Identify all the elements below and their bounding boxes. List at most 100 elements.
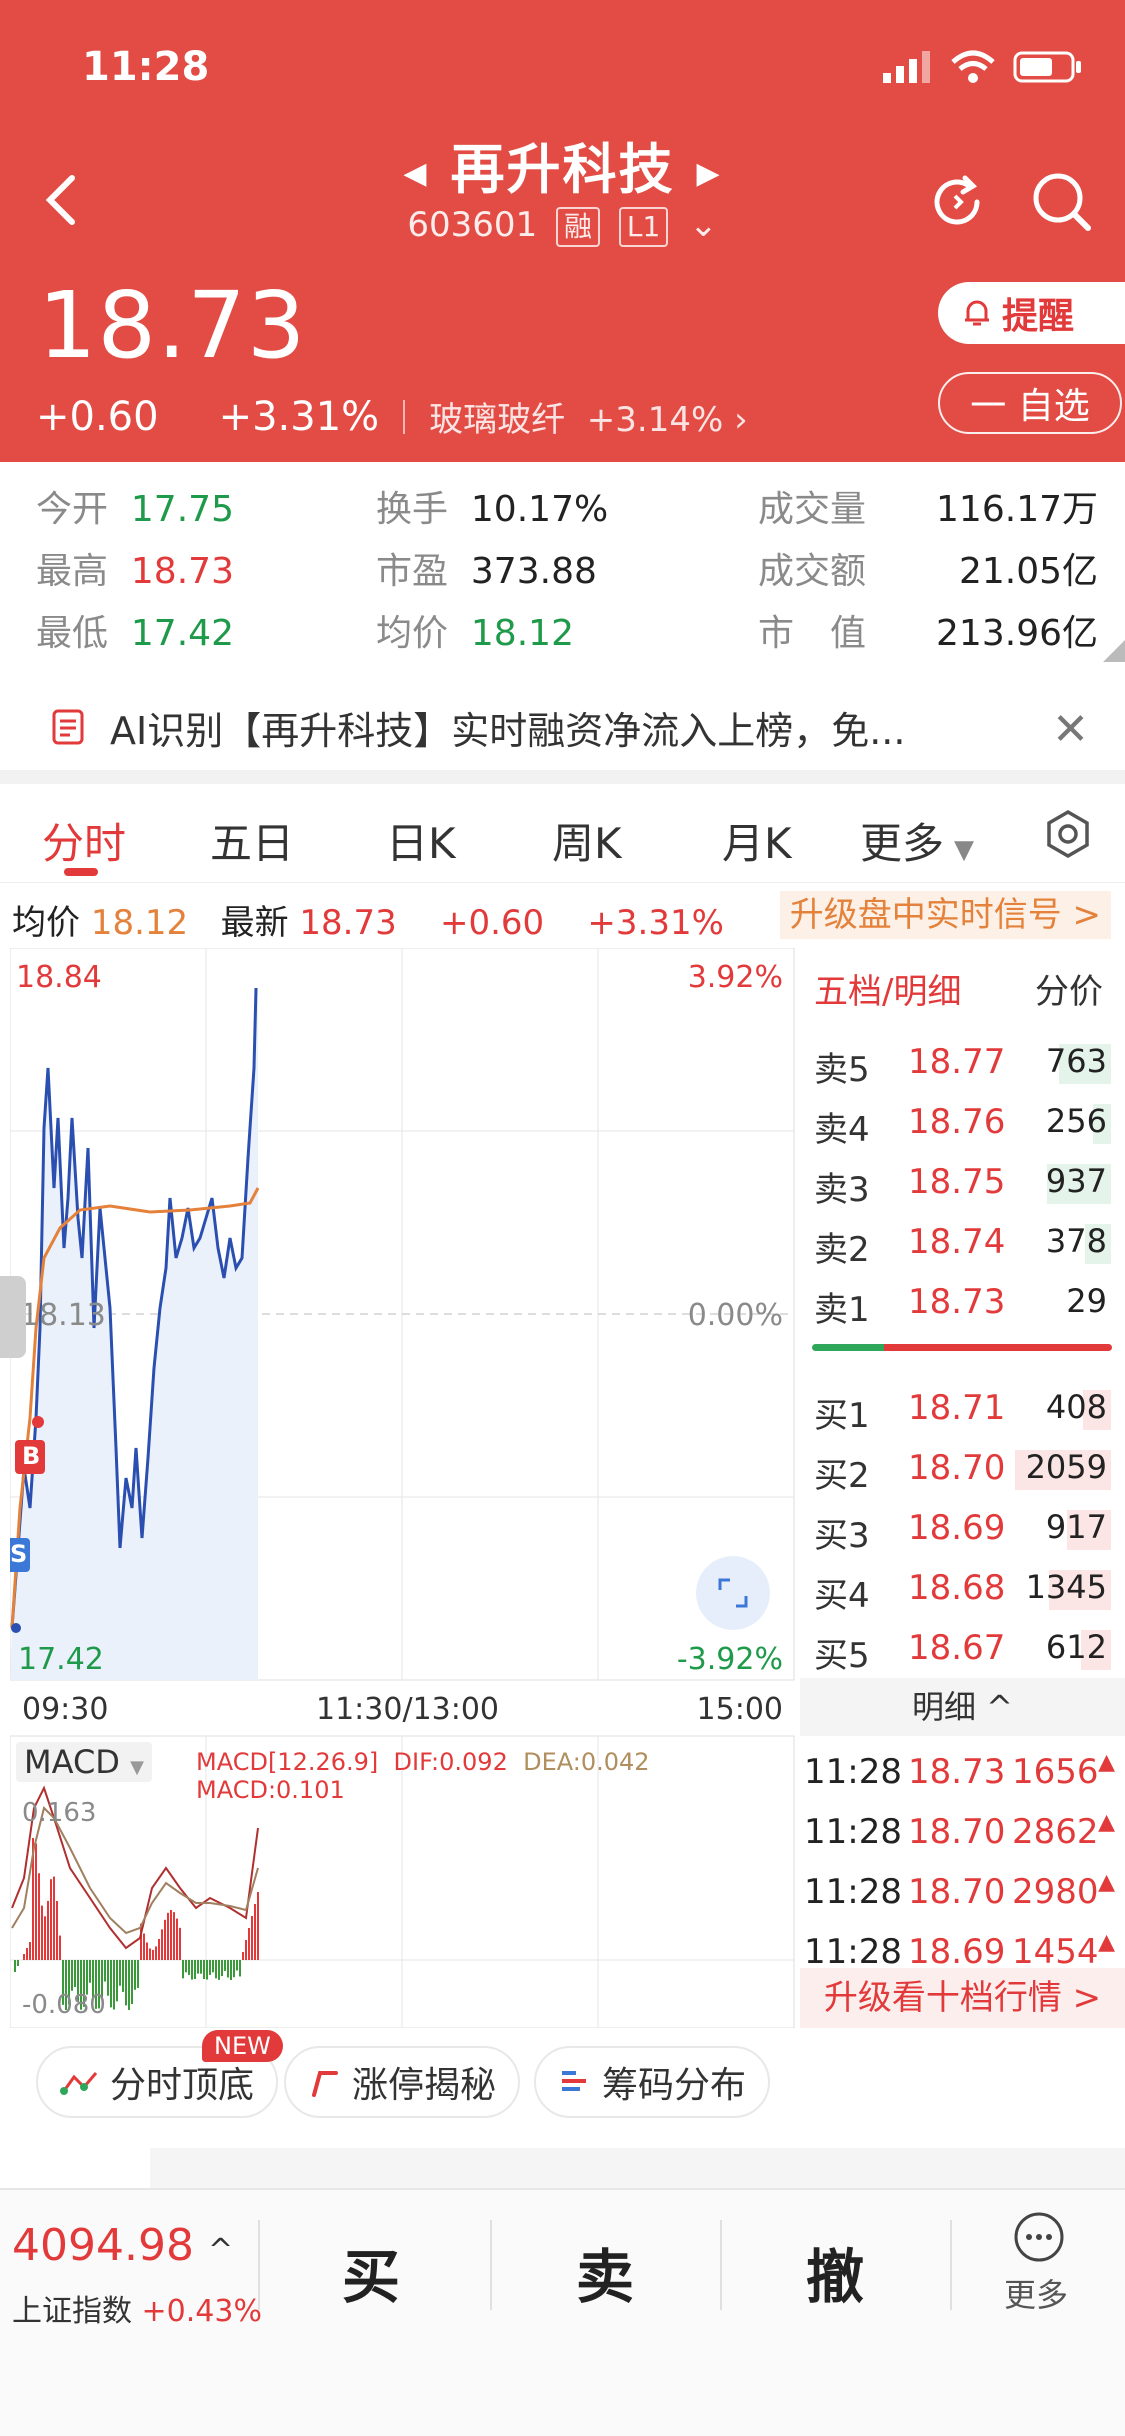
macd-bar — [44, 1916, 46, 1960]
active-tab-indicator — [64, 868, 98, 876]
stock-name: 再升科技 — [450, 138, 675, 201]
tab-monthly-k[interactable]: 月K — [722, 810, 792, 871]
more-icon[interactable] — [1012, 2210, 1066, 2264]
intraday-chart[interactable]: 18.84 3.92% 18.13 0.00% 17.42 -3.92% B S… — [0, 947, 795, 2029]
macd-bar — [155, 1946, 157, 1960]
macd-bar — [56, 1901, 58, 1960]
industry-link[interactable]: 玻璃玻纤 +3.14% › — [429, 392, 748, 441]
expand-corner-icon[interactable] — [1103, 640, 1125, 662]
buy-button[interactable]: 买 — [342, 2230, 400, 2314]
bid-row-4: 买4 18.68 1345 — [800, 1558, 1125, 1618]
macd-bar — [248, 1928, 250, 1960]
tab-5day[interactable]: 五日 — [210, 810, 294, 871]
next-stock-icon[interactable]: ▶ — [697, 156, 722, 191]
ai-news-banner[interactable]: AI识别【再升科技】实时融资净流入上榜，免... ✕ — [0, 684, 1125, 770]
chevron-down-icon[interactable]: ⌄ — [689, 205, 718, 245]
alert-button[interactable]: 提醒 — [938, 282, 1125, 344]
macd-params: MACD[12.26.9] — [196, 1748, 379, 1776]
industry-pct: +3.14% — [586, 400, 724, 440]
refresh-icon[interactable] — [925, 170, 989, 234]
macd-bar — [119, 1960, 121, 1986]
index-value[interactable]: 4094.98 ^ — [12, 2220, 233, 2271]
macd-bar — [104, 1960, 106, 1982]
macd-bar — [152, 1949, 154, 1960]
add-watchlist-button[interactable]: 一 自选 — [938, 372, 1122, 434]
stat-high: 最高 18.73 — [36, 551, 234, 592]
close-icon[interactable]: ✕ — [1052, 704, 1089, 755]
macd-bar — [233, 1960, 235, 1978]
detail-toggle[interactable]: 明细 ^ — [800, 1678, 1125, 1736]
current-price: 18.73 — [38, 272, 307, 379]
news-text: AI识别【再升科技】实时融资净流入上榜，免... — [110, 708, 906, 753]
time-close: 15:00 — [696, 1692, 783, 1727]
chip-label: 筹码分布 — [602, 2065, 747, 2106]
stat-open: 今开 17.75 — [36, 489, 234, 530]
up-arrow-icon: ▲ — [1098, 1870, 1115, 1895]
upgrade-ten-level-button[interactable]: 升级看十档行情 > — [800, 1968, 1125, 2028]
search-icon[interactable] — [1028, 168, 1094, 234]
macd-bar — [254, 1904, 256, 1960]
macd-bar — [23, 1954, 25, 1960]
settings-icon[interactable] — [1042, 808, 1094, 860]
tick-row: 11:28 18.70 2862 ▲ — [804, 1810, 1115, 1852]
tick-row: 11:28 18.70 2980 ▲ — [804, 1870, 1115, 1912]
stat-amount: 成交额 21.05亿 — [758, 551, 1098, 592]
stats-panel: 今开 17.75 最高 18.73 最低 17.42 换手 10.17% 市盈 … — [0, 462, 1125, 672]
upgrade-signal-button[interactable]: 升级盘中实时信号 > — [779, 891, 1111, 939]
macd-bar — [71, 1960, 73, 1991]
tab-intraday[interactable]: 分时 — [42, 810, 126, 871]
more-label[interactable]: 更多 — [1004, 2270, 1068, 2316]
avg-label: 均价 — [12, 903, 80, 943]
orderbook-title[interactable]: 五档/明细 — [814, 964, 961, 1013]
macd-bar — [191, 1960, 193, 1980]
index-name: 上证指数 +0.43% — [12, 2286, 262, 2330]
ask-row-4: 卖4 18.76 256 — [800, 1092, 1125, 1152]
quote-header: 11:28 ◀ 再升科技 ▶ 603601 融 L1 ⌄ 18.73 +0.60 +… — [0, 0, 1125, 462]
up-arrow-icon: ▲ — [1098, 1810, 1115, 1835]
cancel-order-button[interactable]: 撤 — [806, 2230, 864, 2314]
bid-row-3: 买3 18.69 917 — [800, 1498, 1125, 1558]
stat-low: 最低 17.42 — [36, 613, 234, 654]
macd-bar — [197, 1960, 199, 1974]
macd-bar — [125, 1960, 127, 2006]
macd-bar — [167, 1912, 169, 1960]
pct-value: +3.31% — [587, 903, 724, 943]
macd-bar — [212, 1960, 214, 1973]
expand-handle[interactable] — [0, 1276, 26, 1358]
macd-bar — [185, 1960, 187, 1973]
chip-distribution-chip[interactable]: 筹码分布 — [534, 2046, 771, 2118]
wifi-icon — [951, 50, 995, 83]
status-time: 11:28 — [82, 44, 210, 90]
caret-down-icon: ▼ — [954, 835, 975, 865]
y-mid-label: 18.13 — [20, 1298, 106, 1333]
separator — [950, 2220, 952, 2310]
macd-bar — [182, 1960, 184, 1979]
macd-selector[interactable]: MACD ▼ — [16, 1742, 152, 1782]
macd-bar — [41, 1905, 43, 1960]
chg-value: +0.60 — [439, 903, 545, 943]
prev-stock-icon[interactable]: ◀ — [403, 156, 428, 191]
alert-label: 提醒 — [1002, 296, 1075, 337]
sell-button[interactable]: 卖 — [576, 2230, 634, 2314]
macd-bar — [113, 1960, 115, 2010]
macd-bar — [128, 1960, 130, 2010]
fullscreen-button[interactable] — [696, 1556, 770, 1630]
ask-row-2: 卖2 18.74 378 — [800, 1212, 1125, 1272]
tab-more[interactable]: 更多 ▼ — [860, 810, 974, 871]
macd-bar — [143, 1933, 145, 1960]
macd-bar — [239, 1960, 241, 1977]
up-arrow-icon: ▲ — [1098, 1750, 1115, 1775]
price-distribution-tab[interactable]: 分价 — [1035, 964, 1103, 1013]
macd-bar — [47, 1900, 49, 1960]
stock-code: 603601 — [407, 205, 538, 245]
macd-bar — [107, 1960, 109, 1996]
macd-bar — [17, 1960, 19, 1966]
bid-row-2: 买2 18.70 2059 — [800, 1438, 1125, 1498]
macd-bar — [35, 1843, 37, 1960]
tab-weekly-k[interactable]: 周K — [552, 810, 622, 871]
limit-up-chip[interactable]: 涨停揭秘 — [284, 2046, 521, 2118]
start-dot — [11, 1623, 21, 1633]
chart-tabs: 分时 五日 日K 周K 月K 更多 ▼ — [0, 790, 1125, 880]
tab-daily-k[interactable]: 日K — [386, 810, 456, 871]
macd-bar — [59, 1935, 61, 1960]
